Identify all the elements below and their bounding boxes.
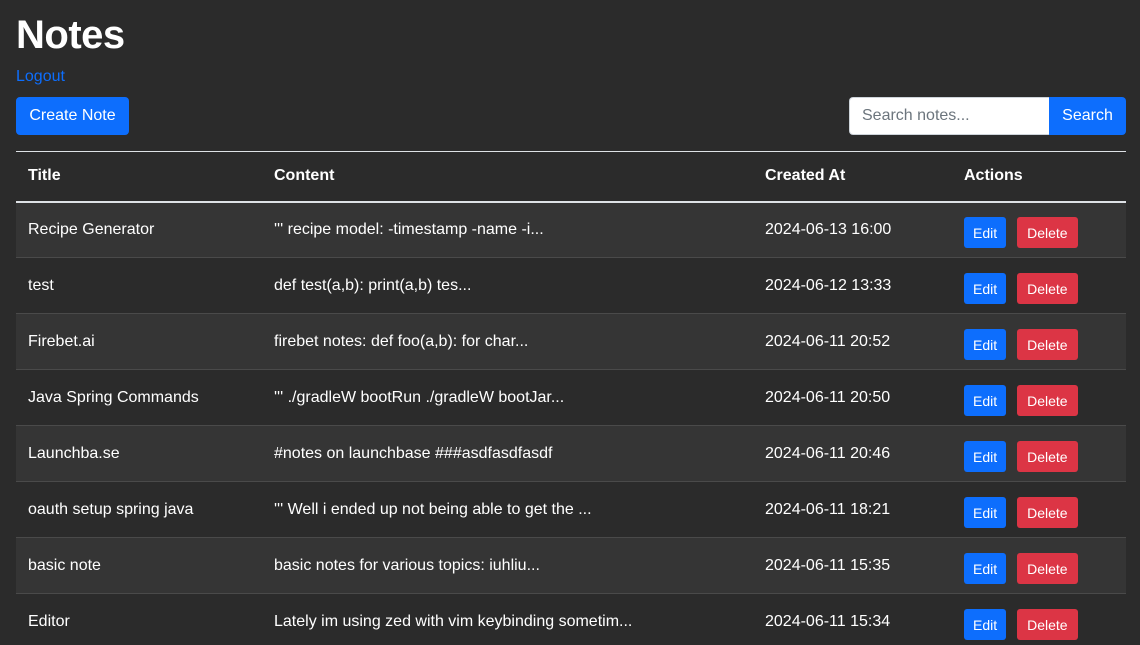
note-created-at: 2024-06-11 15:35	[765, 556, 891, 574]
edit-button[interactable]: Edit	[964, 273, 1007, 304]
note-actions: Edit Delete	[952, 482, 1126, 538]
column-header-title: Title	[28, 167, 61, 185]
note-created-at: 2024-06-11 15:34	[765, 612, 891, 630]
table-body: Recipe Generator ''' recipe model: -time…	[16, 201, 1126, 645]
column-header-actions: Actions	[964, 167, 1023, 185]
note-created-at: 2024-06-11 20:52	[765, 332, 891, 350]
search-input[interactable]	[849, 97, 1049, 135]
note-actions: Edit Delete	[952, 426, 1126, 482]
edit-button[interactable]: Edit	[964, 385, 1007, 416]
note-actions: Edit Delete	[952, 538, 1126, 594]
search-form: Search	[849, 97, 1126, 135]
notes-table: Title Content Created At Actions Recipe …	[16, 151, 1126, 645]
logout-link[interactable]: Logout	[16, 67, 65, 87]
delete-button[interactable]: Delete	[1017, 329, 1078, 360]
note-content: firebet notes: def foo(a,b): for char...	[274, 332, 529, 350]
delete-button[interactable]: Delete	[1017, 553, 1078, 584]
table-row: Editor Lately im using zed with vim keyb…	[16, 593, 1126, 645]
edit-button[interactable]: Edit	[964, 441, 1007, 472]
search-button[interactable]: Search	[1049, 97, 1126, 135]
delete-button[interactable]: Delete	[1017, 441, 1078, 472]
note-content: ''' ./gradleW bootRun ./gradleW bootJar.…	[274, 388, 565, 406]
table-header: Title Content Created At Actions	[16, 151, 1126, 202]
note-actions: Edit Delete	[952, 370, 1126, 426]
delete-button[interactable]: Delete	[1017, 273, 1078, 304]
note-created-at: 2024-06-11 20:50	[765, 388, 891, 406]
edit-button[interactable]: Edit	[964, 609, 1007, 640]
note-actions: Edit Delete	[952, 258, 1126, 314]
table-row: Launchba.se #notes on launchbase ###asdf…	[16, 425, 1126, 482]
note-title: Launchba.se	[28, 444, 120, 462]
note-content: def test(a,b): print(a,b) tes...	[274, 276, 472, 294]
table-row: test def test(a,b): print(a,b) tes... 20…	[16, 257, 1126, 314]
edit-button[interactable]: Edit	[964, 217, 1007, 249]
note-title: basic note	[28, 556, 101, 574]
note-created-at: 2024-06-11 18:21	[765, 500, 891, 518]
delete-button[interactable]: Delete	[1017, 609, 1078, 640]
create-note-button[interactable]: Create Note	[16, 97, 129, 135]
note-title: oauth setup spring java	[28, 500, 194, 518]
note-content: ''' Well i ended up not being able to ge…	[274, 500, 592, 518]
delete-button[interactable]: Delete	[1017, 385, 1078, 416]
delete-button[interactable]: Delete	[1017, 497, 1078, 528]
notes-page: Notes Logout Create Note Search Title Co…	[0, 0, 1140, 645]
note-content: Lately im using zed with vim keybinding …	[274, 612, 633, 630]
note-created-at: 2024-06-12 13:33	[765, 276, 892, 294]
column-header-content: Content	[274, 167, 335, 185]
note-title: test	[28, 276, 54, 294]
table-row: Recipe Generator ''' recipe model: -time…	[16, 201, 1126, 258]
table-row: Java Spring Commands ''' ./gradleW bootR…	[16, 369, 1126, 426]
note-created-at: 2024-06-13 16:00	[765, 220, 892, 238]
note-title: Java Spring Commands	[28, 388, 199, 406]
column-header-created-at: Created At	[765, 167, 846, 185]
edit-button[interactable]: Edit	[964, 329, 1007, 360]
table-row: Firebet.ai firebet notes: def foo(a,b): …	[16, 313, 1126, 370]
note-created-at: 2024-06-11 20:46	[765, 444, 891, 462]
table-row: oauth setup spring java ''' Well i ended…	[16, 481, 1126, 538]
note-content: #notes on launchbase ###asdfasdfasdf	[274, 444, 553, 462]
note-title: Firebet.ai	[28, 332, 95, 350]
note-title: Recipe Generator	[28, 220, 155, 238]
note-content: ''' recipe model: -timestamp -name -i...	[274, 220, 544, 238]
note-content: basic notes for various topics: iuhliu..…	[274, 556, 540, 574]
edit-button[interactable]: Edit	[964, 553, 1007, 584]
edit-button[interactable]: Edit	[964, 497, 1007, 528]
table-row: basic note basic notes for various topic…	[16, 537, 1126, 594]
page-title: Notes	[16, 13, 125, 57]
note-actions: Edit Delete	[952, 594, 1126, 645]
note-actions: Edit Delete	[952, 202, 1126, 258]
delete-button[interactable]: Delete	[1017, 217, 1078, 249]
note-actions: Edit Delete	[952, 314, 1126, 370]
note-title: Editor	[28, 612, 70, 630]
